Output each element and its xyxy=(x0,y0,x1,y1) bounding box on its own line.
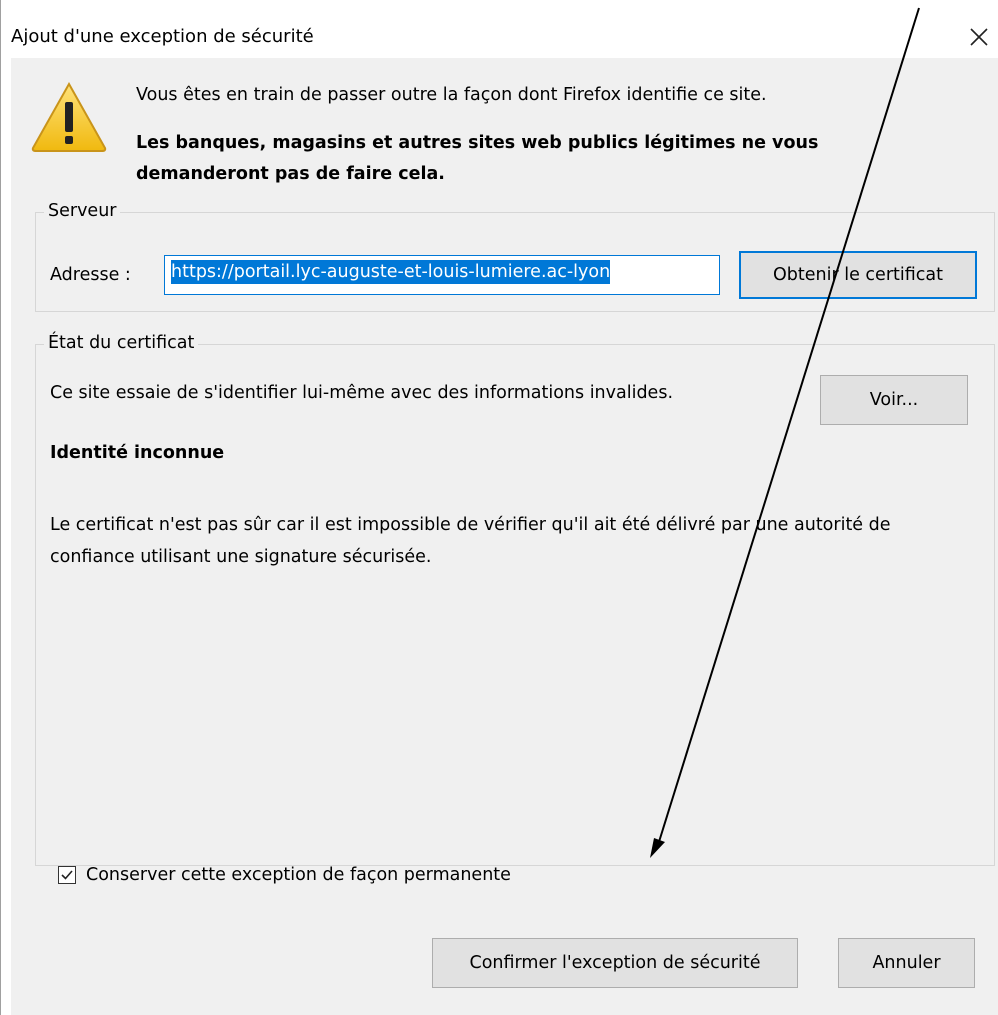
security-exception-dialog: Ajout d'une exception de sécurité Vous ê… xyxy=(0,0,998,1015)
get-certificate-button[interactable]: Obtenir le certificat xyxy=(739,251,977,299)
certificate-state-group: État du certificat Ce site essaie de s'i… xyxy=(35,333,995,885)
warning-bold-message: Les banques, magasins et autres sites we… xyxy=(136,133,819,184)
close-button[interactable] xyxy=(966,24,992,50)
certificate-description: Le certificat n'est pas sûr car il est i… xyxy=(50,515,891,567)
warning-message: Vous êtes en train de passer outre la fa… xyxy=(136,85,767,105)
confirm-exception-button[interactable]: Confirmer l'exception de sécurité xyxy=(432,938,798,988)
dialog-body: Vous êtes en train de passer outre la fa… xyxy=(11,58,998,1015)
dialog-title: Ajout d'une exception de sécurité xyxy=(11,26,314,47)
cancel-button[interactable]: Annuler xyxy=(838,938,975,988)
title-bar: Ajout d'une exception de sécurité xyxy=(1,8,998,58)
permanent-exception-label: Conserver cette exception de façon perma… xyxy=(86,865,511,885)
view-certificate-button[interactable]: Voir... xyxy=(820,375,968,425)
identity-heading: Identité inconnue xyxy=(50,443,225,463)
top-crop-area xyxy=(1,0,998,8)
permanent-exception-row[interactable]: Conserver cette exception de façon perma… xyxy=(58,865,511,885)
permanent-exception-checkbox[interactable] xyxy=(58,866,76,884)
close-icon xyxy=(970,28,988,46)
certificate-status-text: Ce site essaie de s'identifier lui-même … xyxy=(50,383,674,403)
server-legend: Serveur xyxy=(44,201,121,221)
server-group: Serveur Adresse : https://portail.lyc-au… xyxy=(35,201,995,312)
certificate-state-legend: État du certificat xyxy=(44,333,199,353)
address-value: https://portail.lyc-auguste-et-louis-lum… xyxy=(171,260,611,284)
checkmark-icon xyxy=(61,870,73,880)
address-input[interactable]: https://portail.lyc-auguste-et-louis-lum… xyxy=(164,255,720,295)
warning-icon xyxy=(31,81,107,152)
address-label: Adresse : xyxy=(50,265,131,285)
